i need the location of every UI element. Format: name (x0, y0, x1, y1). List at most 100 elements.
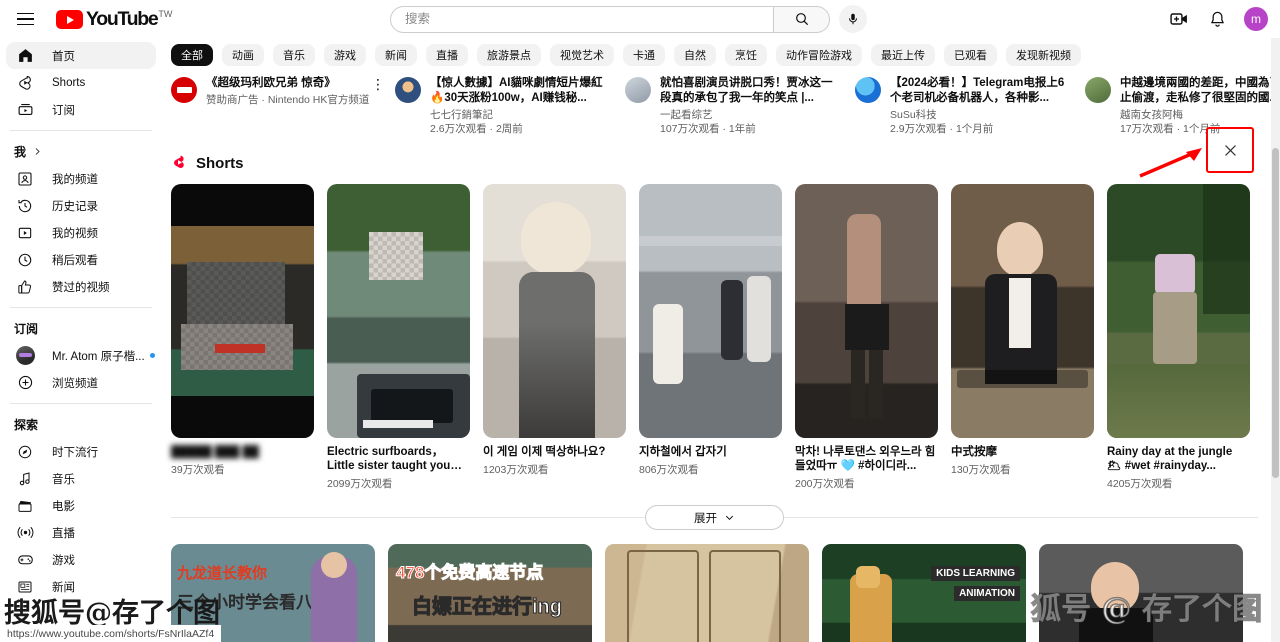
chip-cartoon[interactable]: 卡通 (623, 44, 665, 66)
shorts-thumbnail[interactable] (483, 184, 626, 438)
sidebar-divider-2 (10, 307, 152, 308)
chip-recently-uploaded[interactable]: 最近上传 (871, 44, 935, 66)
shorts-item[interactable]: 지하철에서 갑자기 806万次观看 (639, 184, 782, 491)
sidebar-item-subscription-channel[interactable]: Mr. Atom 原子楷... (6, 342, 156, 369)
sidebar-item-shorts[interactable]: Shorts (6, 69, 156, 96)
chip-live[interactable]: 直播 (426, 44, 468, 66)
sidebar-subscriptions-label: 订阅 (14, 322, 39, 336)
chip-action-adventure-games[interactable]: 动作冒险游戏 (776, 44, 862, 66)
shorts-thumbnail[interactable] (1107, 184, 1250, 438)
sidebar-item-my-videos[interactable]: 我的视频 (6, 219, 156, 246)
video-card[interactable]: 中越邊境兩國的差距，中國為了防止偷渡，走私修了很堅固的國... 越南女孩阿梅 1… (1085, 76, 1272, 136)
shorts-logo-icon (171, 154, 187, 172)
shorts-title: 지하철에서 갑자기 (639, 446, 727, 458)
shorts-item[interactable]: █████ ███ ██ 39万次观看 (171, 184, 314, 491)
search-input[interactable] (405, 12, 773, 26)
sidebar-item-live[interactable]: 直播 (6, 519, 156, 546)
shorts-item[interactable]: Electric surfboards， Little sister taugh… (327, 184, 470, 491)
sidebar-item-news[interactable]: 新闻 (6, 573, 156, 600)
search-button[interactable] (773, 5, 830, 33)
search-box[interactable] (390, 5, 773, 33)
chip-watched[interactable]: 已观看 (944, 44, 997, 66)
sidebar-item-my-channel[interactable]: 我的频道 (6, 165, 156, 192)
chip-animation[interactable]: 动画 (222, 44, 264, 66)
video-card[interactable]: 就怕喜剧演员讲脱口秀！贾冰这一段真的承包了我一年的笑点 |... 一起看综艺 1… (625, 76, 843, 136)
more-vertical-icon[interactable]: ⋮ (371, 77, 385, 91)
shorts-item[interactable]: 막차! 나루토댄스 외우느라 힘들었따ㅠ 🩵 #하이디라... 200万次观看 (795, 184, 938, 491)
channel-avatar (395, 77, 421, 103)
close-icon (1224, 144, 1236, 156)
shorts-view-count: 200万次观看 (795, 478, 855, 490)
video-thumbnail[interactable]: 478个免费高速节点 白嫖正在进行ing (388, 544, 592, 642)
page-scrollbar[interactable] (1271, 38, 1280, 642)
shorts-title: 막차! 나루토댄스 외우느라 힘들었따ㅠ 🩵 #하이디라... (795, 446, 936, 472)
sidebar-explore-heading: 探索 (0, 411, 162, 438)
channel-name: Nintendo HK官方频道 (267, 94, 370, 106)
video-card[interactable] (1039, 544, 1243, 642)
chip-new-to-you[interactable]: 发现新视频 (1006, 44, 1081, 66)
chip-nature[interactable]: 自然 (674, 44, 716, 66)
shorts-thumbnail[interactable] (327, 184, 470, 438)
shorts-shelf-title: Shorts (196, 154, 244, 172)
avatar[interactable]: m (1244, 7, 1268, 31)
video-card[interactable]: 【2024必看！】Telegram电报上6个老司机必备机器人，各种影... Su… (855, 76, 1073, 136)
video-sponsor-line: 赞助商广告 · Nintendo HK官方频道 (206, 94, 370, 106)
video-thumbnail[interactable] (1039, 544, 1243, 642)
sidebar-item-movies[interactable]: 电影 (6, 492, 156, 519)
sidebar-item-music[interactable]: 音乐 (6, 465, 156, 492)
shorts-item[interactable]: 中式按摩 130万次观看 (951, 184, 1094, 491)
chip-all[interactable]: 全部 (171, 44, 213, 66)
video-card-ad[interactable]: 《超级玛利欧兄弟 惊奇》 赞助商广告 · Nintendo HK官方频道 ⋮ (171, 76, 385, 136)
hamburger-menu-icon[interactable] (8, 2, 42, 36)
video-card[interactable]: 478个免费高速节点 白嫖正在进行ing (388, 544, 592, 642)
sidebar-item-browse-channels[interactable]: 浏览频道 (6, 369, 156, 396)
clock-icon (14, 249, 36, 271)
voice-search-button[interactable] (839, 5, 867, 33)
shorts-thumbnail[interactable] (951, 184, 1094, 438)
expand-shorts-button[interactable]: 展开 (645, 505, 784, 530)
video-stats: 107万次观看 · 1年前 (660, 123, 756, 135)
chip-news[interactable]: 新闻 (375, 44, 417, 66)
top-header: YouTube TW 搜索 m (0, 0, 1280, 38)
create-video-icon[interactable] (1168, 8, 1190, 30)
sidebar-item-trending[interactable]: 时下流行 (6, 438, 156, 465)
shorts-title: 中式按摩 (951, 446, 997, 458)
top-video-row: 《超级玛利欧兄弟 惊奇》 赞助商广告 · Nintendo HK官方频道 ⋮ 【… (162, 72, 1272, 136)
bell-icon[interactable] (1206, 8, 1228, 30)
video-stats: 2.9万次观看 · 1个月前 (890, 123, 994, 135)
youtube-logo[interactable]: YouTube TW (56, 9, 172, 29)
shorts-close-button[interactable] (1212, 132, 1248, 168)
chevron-right-icon (35, 148, 40, 155)
sidebar-item-subscriptions[interactable]: 订阅 (6, 96, 156, 123)
channel-name: SuSu科技 (890, 109, 937, 121)
sidebar-item-history[interactable]: 历史记录 (6, 192, 156, 219)
search-icon (795, 13, 808, 26)
sidebar-item-watch-later[interactable]: 稍后观看 (6, 246, 156, 273)
avatar-letter: m (1251, 12, 1261, 26)
video-card[interactable] (605, 544, 809, 642)
scrollbar-thumb[interactable] (1272, 148, 1279, 478)
chip-cooking[interactable]: 烹饪 (725, 44, 767, 66)
filter-chips-bar[interactable]: 全部 动画 音乐 游戏 新闻 直播 旅游景点 视觉艺术 卡通 自然 烹饪 动作冒… (162, 38, 1272, 72)
video-card[interactable]: 【惊人數據】AI貓咪劇情短片爆紅 🔥30天涨粉100w，AI赚钱秘... 七七行… (395, 76, 613, 136)
sidebar-item-liked-videos[interactable]: 赞过的视频 (6, 273, 156, 300)
view-count: 2.9万次观看 (890, 123, 947, 135)
chevron-down-icon (725, 515, 734, 520)
chip-gaming[interactable]: 游戏 (324, 44, 366, 66)
sidebar-item-home[interactable]: 首页 (6, 42, 156, 69)
shorts-thumbnail[interactable] (171, 184, 314, 438)
chip-visual-arts[interactable]: 视觉艺术 (550, 44, 614, 66)
shorts-thumbnail[interactable] (795, 184, 938, 438)
shorts-thumbnail[interactable] (639, 184, 782, 438)
thumbnail-overlay-text-2: 白嫖正在进行ing (412, 596, 563, 619)
video-card[interactable]: KIDS LEARNING ANIMATION (822, 544, 1026, 642)
sidebar-you-section[interactable]: 我 (0, 138, 162, 165)
shorts-item[interactable]: 이 게임 이제 떡상하나요? 1203万次观看 (483, 184, 626, 491)
shorts-item[interactable]: Rainy day at the jungle 🌥 #wet #rainyday… (1107, 184, 1250, 491)
sidebar-item-gaming[interactable]: 游戏 (6, 546, 156, 573)
video-thumbnail[interactable] (605, 544, 809, 642)
chip-travel-spots[interactable]: 旅游景点 (477, 44, 541, 66)
sidebar-item-label: 订阅 (52, 104, 75, 117)
video-thumbnail[interactable]: KIDS LEARNING ANIMATION (822, 544, 1026, 642)
chip-music[interactable]: 音乐 (273, 44, 315, 66)
